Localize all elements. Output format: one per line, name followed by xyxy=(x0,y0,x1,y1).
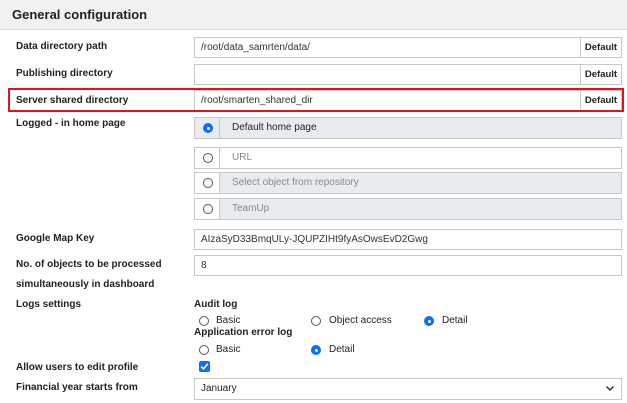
home-option-default-radio-cell[interactable] xyxy=(194,117,220,139)
audit-basic-label: Basic xyxy=(216,315,241,326)
data-directory-default-button[interactable]: Default xyxy=(581,37,622,58)
edit-profile-checkbox[interactable] xyxy=(199,361,210,372)
publishing-directory-default-button[interactable]: Default xyxy=(581,64,622,85)
google-map-key-label: Google Map Key xyxy=(16,233,95,244)
radio-unselected-icon[interactable] xyxy=(203,153,213,163)
home-option-url-radio-cell[interactable] xyxy=(194,147,220,169)
financial-year-label: Financial year starts from xyxy=(16,382,138,393)
radio-unselected-icon[interactable] xyxy=(203,204,213,214)
edit-profile-label: Allow users to edit profile xyxy=(16,362,139,373)
home-option-teamup-radio-cell[interactable] xyxy=(194,198,220,220)
audit-log-title: Audit log xyxy=(194,299,238,310)
home-option-url[interactable]: URL xyxy=(220,147,622,169)
section-header: General configuration xyxy=(0,0,627,30)
chevron-down-icon xyxy=(605,385,615,392)
financial-year-select[interactable]: January xyxy=(194,378,622,400)
google-map-key-input[interactable]: AIzaSyD33BmqULy-JQUPZIHt9fyAsOwsEvD2Gwg xyxy=(194,229,622,250)
audit-detail-label: Detail xyxy=(442,315,468,326)
data-directory-input[interactable]: /root/data_samrten/data/ xyxy=(194,37,581,58)
logs-settings-label: Logs settings xyxy=(16,299,82,310)
objects-count-input[interactable]: 8 xyxy=(194,255,622,276)
publishing-directory-label: Publishing directory xyxy=(16,68,113,79)
radio-unselected-icon[interactable] xyxy=(203,178,213,188)
highlight-box xyxy=(8,88,624,112)
home-option-repository-radio-cell[interactable] xyxy=(194,172,220,194)
check-icon xyxy=(200,363,209,370)
app-detail-label: Detail xyxy=(329,344,355,355)
app-basic-radio[interactable] xyxy=(199,345,209,355)
home-option-default[interactable]: Default home page xyxy=(220,117,622,139)
radio-selected-icon[interactable] xyxy=(203,123,213,133)
publishing-directory-input[interactable] xyxy=(194,64,581,85)
home-page-label: Logged - in home page xyxy=(16,118,126,129)
home-option-teamup[interactable]: TeamUp xyxy=(220,198,622,220)
audit-object-access-label: Object access xyxy=(329,315,392,326)
objects-count-label-line2: simultaneously in dashboard xyxy=(16,279,155,290)
audit-object-access-radio[interactable] xyxy=(311,316,321,326)
financial-year-value: January xyxy=(201,383,237,394)
app-basic-label: Basic xyxy=(216,344,241,355)
objects-count-label: No. of objects to be processed xyxy=(16,259,162,270)
app-detail-radio[interactable] xyxy=(311,345,321,355)
section-title: General configuration xyxy=(12,7,148,22)
data-directory-label: Data directory path xyxy=(16,41,108,52)
application-error-log-title: Application error log xyxy=(194,327,293,338)
home-option-repository[interactable]: Select object from repository xyxy=(220,172,622,194)
audit-basic-radio[interactable] xyxy=(199,316,209,326)
audit-detail-radio[interactable] xyxy=(424,316,434,326)
